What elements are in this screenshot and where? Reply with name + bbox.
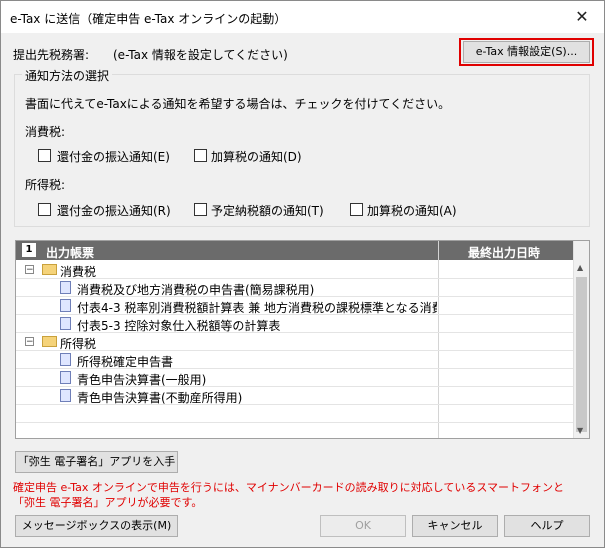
warning-line-1: 確定申告 e-Tax オンラインで申告を行うには、マイナンバーカードの読み取りに…: [13, 481, 564, 494]
document-icon: [60, 299, 71, 312]
checkbox-income-estimate[interactable]: [194, 203, 207, 216]
report-tree-table: 1 出力帳票 最終出力日時 − 消費税 消費税及び地方消費税の申告書(簡易課税用…: [15, 240, 590, 439]
document-icon: [60, 389, 71, 402]
vertical-scrollbar[interactable]: ▲ ▼: [573, 241, 589, 438]
checkbox-income-refund[interactable]: [38, 203, 51, 216]
income-label: 所得税:: [25, 178, 66, 192]
folder-icon: [42, 336, 57, 347]
group-name: 消費税: [60, 265, 97, 279]
report-name: 付表5-3 控除対象仕入税額等の計算表: [77, 319, 281, 333]
collapse-icon[interactable]: −: [25, 265, 34, 275]
scrollbar-thumb[interactable]: [576, 277, 587, 432]
income-estimate-label[interactable]: 予定納税額の通知(T): [211, 202, 324, 219]
scroll-down-icon[interactable]: ▼: [577, 426, 583, 435]
get-yayoi-app-button[interactable]: 「弥生 電子署名」アプリを入手: [15, 451, 178, 473]
tree-item-row[interactable]: 付表4-3 税率別消費税額計算表 兼 地方消費税の課税標準となる消費税: [16, 297, 573, 315]
collapse-icon[interactable]: −: [25, 337, 34, 347]
notification-legend: 通知方法の選択: [22, 67, 113, 84]
ok-button[interactable]: OK: [320, 515, 406, 537]
document-icon: [60, 371, 71, 384]
etax-settings-button[interactable]: e-Tax 情報設定(S)...: [463, 41, 590, 63]
dialog-window: e-Tax に送信（確定申告 e-Tax オンラインの起動） ✕ 提出先税務署:…: [0, 0, 605, 548]
show-message-box-button[interactable]: メッセージボックスの表示(M): [15, 515, 178, 537]
checkbox-consumption-refund[interactable]: [38, 149, 51, 162]
tree-group-row[interactable]: − 所得税: [16, 333, 573, 351]
report-name: 所得税確定申告書: [77, 355, 174, 369]
tree-item-row[interactable]: 青色申告決算書(不動産所得用): [16, 387, 573, 405]
consumption-label: 消費税:: [25, 125, 66, 139]
tree-item-row[interactable]: 青色申告決算書(一般用): [16, 369, 573, 387]
tree-item-row[interactable]: 消費税及び地方消費税の申告書(簡易課税用): [16, 279, 573, 297]
cancel-button[interactable]: キャンセル: [412, 515, 498, 537]
close-icon[interactable]: ✕: [560, 1, 604, 33]
checkbox-consumption-penalty[interactable]: [194, 149, 207, 162]
col-report-header[interactable]: 出力帳票: [46, 244, 94, 261]
report-name: 青色申告決算書(不動産所得用): [77, 391, 243, 405]
warning-line-2: 「弥生 電子署名」アプリが必要です。: [13, 496, 203, 509]
table-row: [16, 405, 573, 423]
report-name: 青色申告決算書(一般用): [77, 373, 207, 387]
tree-group-row[interactable]: − 消費税: [16, 261, 573, 279]
income-penalty-label[interactable]: 加算税の通知(A): [367, 202, 457, 219]
document-icon: [60, 353, 71, 366]
tree-item-row[interactable]: 所得税確定申告書: [16, 351, 573, 369]
group-name: 所得税: [60, 337, 97, 351]
table-header: 1 出力帳票 最終出力日時: [16, 241, 573, 260]
consumption-refund-label[interactable]: 還付金の振込通知(E): [57, 148, 170, 165]
tree-item-row[interactable]: 付表5-3 控除対象仕入税額等の計算表: [16, 315, 573, 333]
header-number-icon: 1: [22, 243, 36, 257]
notification-description: 書面に代えてe-Taxによる通知を希望する場合は、チェックを付けてください。: [25, 97, 451, 111]
help-button[interactable]: ヘルプ: [504, 515, 590, 537]
scroll-up-icon[interactable]: ▲: [577, 263, 583, 272]
tax-office-value: (e-Tax 情報を設定してください): [113, 48, 288, 62]
document-icon: [60, 281, 71, 294]
consumption-penalty-label[interactable]: 加算税の通知(D): [211, 148, 302, 165]
window-title: e-Tax に送信（確定申告 e-Tax オンラインの起動）: [10, 12, 287, 26]
document-icon: [60, 317, 71, 330]
checkbox-income-penalty[interactable]: [350, 203, 363, 216]
title-bar: e-Tax に送信（確定申告 e-Tax オンラインの起動） ✕: [1, 1, 604, 33]
report-name: 付表4-3 税率別消費税額計算表 兼 地方消費税の課税標準となる消費税: [77, 301, 437, 315]
income-refund-label[interactable]: 還付金の振込通知(R): [57, 202, 171, 219]
tax-office-label: 提出先税務署:: [13, 48, 90, 62]
report-name: 消費税及び地方消費税の申告書(簡易課税用): [77, 283, 315, 297]
col-last-output-header[interactable]: 最終出力日時: [468, 244, 540, 261]
folder-icon: [42, 264, 57, 275]
